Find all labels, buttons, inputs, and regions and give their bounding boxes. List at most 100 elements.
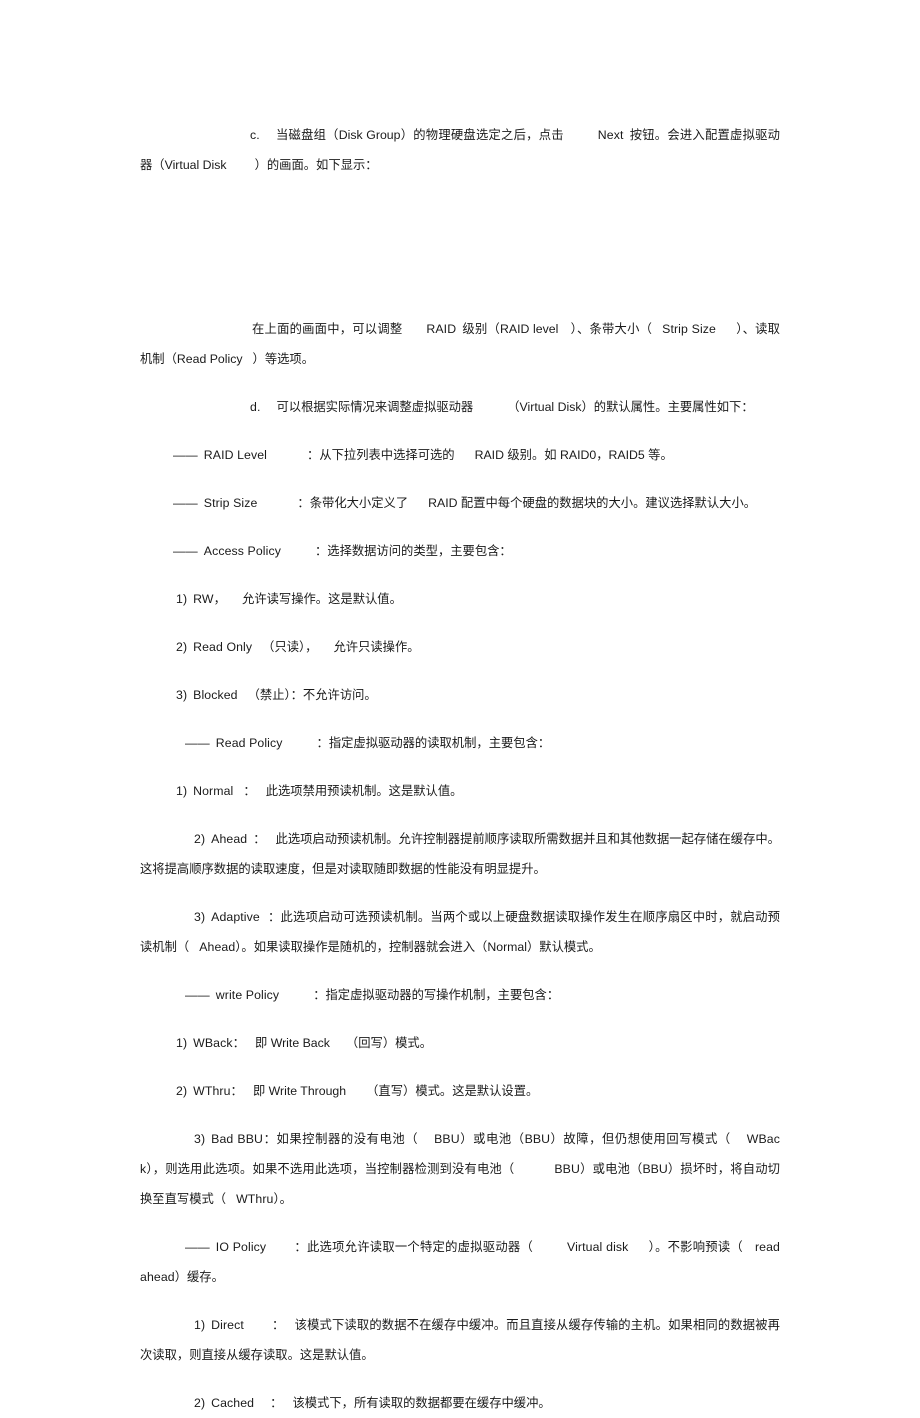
figure-desc-term-raid: RAID <box>426 322 457 336</box>
list-item-term-bbu-1: BBU <box>434 1132 460 1146</box>
list-item-text: 此选项禁用预读机制。这是默认值。 <box>265 784 463 798</box>
list-item-read-normal: 1) Normal ： 此选项禁用预读机制。这是默认值。 <box>140 776 780 806</box>
property-write-policy-colon: ： <box>313 988 326 1002</box>
spacer-before-strip-size <box>140 470 780 488</box>
list-item-read-adaptive: 3) Adaptive ：此选项启动可选预读机制。当两个或以上硬盘数据读取操作发生在… <box>140 902 780 962</box>
em-dash-marker: —— <box>173 448 198 462</box>
spacer-before-io-item-1 <box>140 1292 780 1310</box>
list-item-term: WThru： <box>193 1084 243 1098</box>
list-item-text-2: ）。如果读取操作是随机的，控制器就会进入（Normal）默认模式。 <box>235 940 601 954</box>
list-item-io-direct: 1) Direct：该模式下读取的数据不在缓存中缓冲。而且直接从缓存传输的主机。如… <box>140 1310 780 1370</box>
spacer-before-access-item-1 <box>140 566 780 584</box>
spacer-before-read-item-3 <box>140 884 780 902</box>
list-item-term: RW， <box>193 592 227 606</box>
property-strip-size-text-2: RAID 配置中每个硬盘的数据块的大小。建议选择默认大小。 <box>428 496 757 510</box>
list-item-colon: ： <box>271 1318 285 1332</box>
figure-desc-text-1: 在上面的画面中，可以调整 <box>252 322 403 336</box>
paragraph-step-c: c. 当磁盘组（Disk Group）的物理硬盘选定之后，点击 Next 按钮。会进入… <box>140 120 780 180</box>
spacer-before-access-item-3 <box>140 662 780 680</box>
em-dash-marker: —— <box>185 1240 210 1254</box>
property-raid-level-text-1: 从下拉列表中选择可选的 <box>319 448 455 462</box>
page-content: c. 当磁盘组（Disk Group）的物理硬盘选定之后，点击 Next 按钮。会进入… <box>140 0 780 1418</box>
property-read-policy-term: Read Policy <box>215 736 283 750</box>
property-io-policy: —— IO Policy ：此选项允许读取一个特定的虚拟驱动器（ Virtual di… <box>140 1232 780 1292</box>
property-io-policy-term: IO Policy <box>215 1240 267 1254</box>
property-write-policy: —— write Policy ：指定虚拟驱动器的写操作机制，主要包含： <box>140 980 780 1010</box>
spacer-before-step-d <box>140 374 780 392</box>
property-raid-level-text-2: RAID 级别。如 RAID0，RAID5 等。 <box>474 448 673 462</box>
list-item-text: 该模式下，所有读取的数据都要在缓存中缓冲。 <box>292 1396 551 1410</box>
list-item-term-bbu-2: BBU <box>554 1162 580 1176</box>
em-dash-marker: —— <box>173 496 198 510</box>
spacer-before-write-item-1 <box>140 1010 780 1028</box>
property-access-policy-text: 选择数据访问的类型，主要包含： <box>327 544 512 558</box>
list-item-number: 1) <box>176 592 188 606</box>
figure-desc-text-2: 级别（RAID level <box>462 322 559 336</box>
list-item-colon: ： <box>267 910 281 924</box>
top-margin-spacer <box>140 0 780 120</box>
figure-desc-term-strip: Strip Size <box>662 322 716 336</box>
list-item-number: 2) <box>194 1396 206 1410</box>
list-item-term-wthru: WThru <box>236 1192 274 1206</box>
list-item-text-2: （直写）模式。这是默认设置。 <box>366 1084 539 1098</box>
step-d-marker: d. <box>250 400 261 414</box>
list-item-number: 3) <box>194 910 206 924</box>
property-io-policy-text-1: 此选项允许读取一个特定的虚拟驱动器（ <box>306 1240 534 1254</box>
list-item-number: 2) <box>194 832 206 846</box>
list-item-colon: ： <box>253 832 266 846</box>
list-item-term: Ahead <box>211 832 248 846</box>
property-write-policy-term: write Policy <box>215 988 280 1002</box>
list-item-access-blocked: 3) Blocked （禁止）：不允许访问。 <box>140 680 780 710</box>
list-item-term: Cached <box>211 1396 255 1410</box>
list-item-number: 3) <box>176 688 188 702</box>
em-dash-marker: —— <box>185 736 210 750</box>
list-item-text-2: ）或电池（BBU）故障，但仍想使用回写模式（ <box>459 1132 731 1146</box>
list-item-number: 3) <box>194 1132 206 1146</box>
spacer-before-access-item-2 <box>140 614 780 632</box>
property-strip-size-colon: ： <box>297 496 310 510</box>
list-item-number: 1) <box>176 1036 188 1050</box>
property-io-policy-colon: ： <box>294 1240 307 1254</box>
property-raid-level: —— RAID Level ：从下拉列表中选择可选的 RAID 级别。如 RAID0，… <box>140 440 780 470</box>
list-item-read-ahead: 2) Ahead：此选项启动预读机制。允许控制器提前顺序读取所需数据并且和其他数据… <box>140 824 780 884</box>
property-io-policy-text-3: ）缓存。 <box>174 1270 224 1284</box>
step-c-next-button-label: Next <box>597 128 624 142</box>
list-item-text-3: ），则选用此选项。如果不选用此选项，当控制器检测到没有电池（ <box>146 1162 515 1176</box>
property-strip-size-term: Strip Size <box>203 496 258 510</box>
spacer-before-write-item-3 <box>140 1106 780 1124</box>
list-item-term-ahead: Ahead <box>199 940 236 954</box>
list-item-text-1: 即 Write Back <box>254 1036 330 1050</box>
list-item-access-rw: 1) RW， 允许读写操作。这是默认值。 <box>140 584 780 614</box>
list-item-text-2: 允许只读操作。 <box>333 640 420 654</box>
property-io-policy-term-virtual-disk: Virtual disk <box>567 1240 629 1254</box>
list-item-number: 2) <box>176 1084 188 1098</box>
step-c-text-1: 当磁盘组（Disk Group）的物理硬盘选定之后，点击 <box>275 128 564 142</box>
list-item-number: 1) <box>194 1318 206 1332</box>
list-item-write-wback: 1) WBack： 即 Write Back （回写）模式。 <box>140 1028 780 1058</box>
list-item-term: Adaptive <box>211 910 260 924</box>
list-item-term: Blocked <box>193 688 238 702</box>
spacer-before-raid-level <box>140 422 780 440</box>
property-io-policy-text-2: ）。不影响预读（ <box>648 1240 743 1254</box>
list-item-text-2: （回写）模式。 <box>345 1036 433 1050</box>
document-page: c. 当磁盘组（Disk Group）的物理硬盘选定之后，点击 Next 按钮。会进入… <box>0 0 920 1410</box>
property-write-policy-text: 指定虚拟驱动器的写操作机制，主要包含： <box>325 988 560 1002</box>
em-dash-marker: —— <box>185 988 210 1002</box>
list-item-write-bad-bbu: 3) Bad BBU：如果控制器的没有电池（ BBU）或电池（BBU）故障，但仍想使… <box>140 1124 780 1214</box>
list-item-number: 2) <box>176 640 188 654</box>
paragraph-figure-description: 在上面的画面中，可以调整 RAID 级别（RAID level ）、条带大小（ Stri… <box>140 314 780 374</box>
spacer-before-read-policy <box>140 710 780 728</box>
property-strip-size-text-1: 条带化大小定义了 <box>309 496 409 510</box>
list-item-colon: ： <box>270 1396 283 1410</box>
list-item-text-5: ）。 <box>273 1192 292 1206</box>
em-dash-marker: —— <box>173 544 198 558</box>
list-item-text-1: （只读）， <box>262 640 318 654</box>
spacer-before-read-item-1 <box>140 758 780 776</box>
figure-desc-text-5: ）等选项。 <box>252 352 315 366</box>
list-item-text: 允许读写操作。这是默认值。 <box>242 592 402 606</box>
list-item-term: WBack： <box>193 1036 245 1050</box>
figure-placeholder-gap <box>140 180 780 314</box>
list-item-colon: ： <box>263 1132 277 1146</box>
list-item-access-read-only: 2) Read Only （只读）， 允许只读操作。 <box>140 632 780 662</box>
list-item-term: Read Only <box>193 640 253 654</box>
